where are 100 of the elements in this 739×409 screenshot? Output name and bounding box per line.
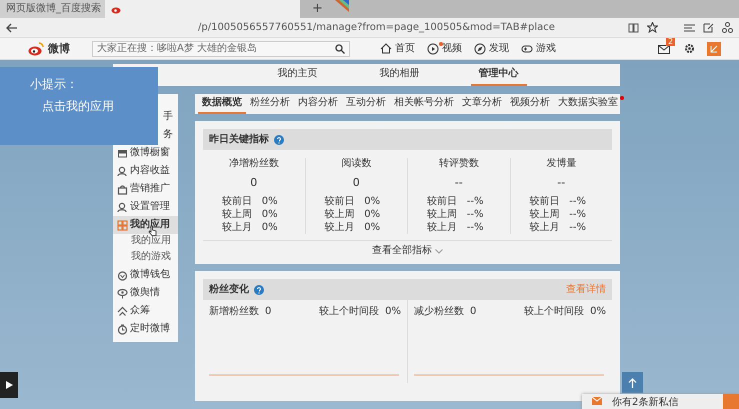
analysis-tab[interactable]: 粉丝分析: [246, 94, 294, 114]
person-icon: [117, 202, 128, 212]
metric-value: --: [557, 176, 566, 190]
menu-icon[interactable]: [684, 22, 695, 32]
comparison-value: --%: [569, 221, 587, 234]
nav-link[interactable]: 发现: [474, 42, 509, 54]
analysis-tab[interactable]: 互动分析: [342, 94, 390, 114]
view-all-link[interactable]: 查看全部指标: [372, 245, 432, 258]
analysis-tab[interactable]: 大数据实验室: [554, 94, 622, 114]
note-icon[interactable]: [703, 22, 714, 33]
eye-icon: [117, 288, 128, 298]
scroll-top-button[interactable]: [622, 372, 643, 393]
page-tab[interactable]: 管理中心: [470, 64, 526, 86]
nav-link[interactable]: 视频: [427, 42, 462, 54]
comparison-label: 较上个时间段: [319, 306, 380, 318]
comparison-value: --%: [569, 195, 587, 208]
comparison-value: --%: [466, 208, 484, 222]
sidebar-item[interactable]: 营销推广: [113, 180, 178, 198]
corner-icon: [334, 0, 349, 12]
play-circle-icon: [427, 42, 439, 54]
sidebar-item[interactable]: 众筹: [113, 302, 178, 320]
message-popup[interactable]: 你有2条新私信: [582, 394, 739, 409]
card-title: 昨日关键指标: [209, 134, 269, 146]
play-button[interactable]: [0, 372, 18, 398]
metric-value: 0: [352, 176, 360, 190]
arrow-up-icon: [628, 378, 637, 388]
stopwatch-icon: [117, 324, 128, 334]
page-tab[interactable]: 我的相册: [348, 64, 450, 86]
comparison-value: --%: [466, 221, 484, 234]
person-icon: [117, 166, 128, 176]
comparison-value: 0%: [590, 306, 606, 318]
nav-link[interactable]: 游戏: [521, 42, 556, 54]
sidebar-item[interactable]: 微博橱窗: [113, 144, 178, 162]
weibo-icon: [111, 4, 121, 14]
comparison-value: 0%: [262, 221, 279, 234]
analysis-tab[interactable]: 相关帐号分析: [390, 94, 458, 114]
comparison-label: 较前日: [324, 195, 354, 208]
settings-icon[interactable]: [684, 43, 695, 54]
stat-value: 0: [470, 306, 476, 318]
nav-link[interactable]: 首页: [380, 42, 415, 54]
tip-title: 小提示：: [30, 77, 79, 92]
metric-label: 发博量: [546, 158, 576, 170]
search-field[interactable]: 大家正在搜：哆啦A梦 大雄的金银岛: [92, 40, 350, 56]
metric-value: --: [454, 176, 463, 190]
shop-icon: [117, 148, 128, 158]
compass-icon: [474, 42, 486, 54]
sidebar-item[interactable]: 我的应用: [113, 216, 178, 234]
comparison-label: 较前日: [222, 195, 252, 208]
sidebar-item[interactable]: 务: [162, 126, 174, 144]
play-icon: [6, 381, 12, 389]
sidebar-item[interactable]: 微舆情: [113, 284, 178, 302]
search-icon: [335, 44, 345, 54]
stat-label: 减少粉丝数: [414, 306, 464, 318]
mail-icon[interactable]: [658, 44, 670, 54]
stat-value: 0: [265, 306, 272, 318]
new-tab-button[interactable]: +: [300, 0, 335, 18]
comparison-label: 较上个时间段: [524, 306, 584, 318]
help-icon[interactable]: [274, 134, 284, 144]
reading-icon[interactable]: [628, 22, 639, 32]
stat-label: 新增粉丝数: [209, 306, 259, 318]
comparison-value: 0%: [385, 306, 401, 318]
card-title: 粉丝变化: [209, 284, 249, 296]
chevrons-icon: [117, 306, 128, 316]
comparison-label: 较上周: [324, 208, 354, 222]
analysis-tab[interactable]: 视频分析: [506, 94, 554, 114]
analysis-tab[interactable]: 内容分析: [294, 94, 342, 114]
analysis-tab[interactable]: 数据概览: [198, 94, 246, 114]
analysis-tab[interactable]: 文章分析: [458, 94, 506, 114]
sidebar-subitem[interactable]: 我的游戏: [113, 250, 178, 266]
comparison-label: 较前日: [426, 195, 457, 208]
comparison-value: --%: [569, 208, 587, 222]
grid-icon: [117, 220, 128, 230]
star-icon[interactable]: [647, 22, 658, 33]
weibo-logo-icon: [28, 42, 44, 56]
comparison-value: --%: [466, 195, 484, 208]
comparison-value: 0%: [364, 221, 382, 234]
comparison-value: 0%: [262, 208, 279, 222]
page-tab[interactable]: 我的主页: [246, 64, 348, 86]
compose-button[interactable]: [707, 42, 721, 56]
message-text: 你有2条新私信: [612, 397, 678, 409]
browser-tab[interactable]: 网页版微博_百度搜索: [0, 0, 105, 18]
comparison-label: 较上月: [222, 221, 252, 234]
comparison-label: 较上月: [426, 221, 457, 234]
help-icon[interactable]: [254, 284, 264, 295]
metric-label: 转评赞数: [438, 158, 479, 170]
comparison-value: 0%: [262, 195, 279, 208]
comparison-label: 较前日: [529, 195, 560, 208]
comparison-value: 0%: [364, 208, 382, 222]
gamepad-icon: [521, 42, 533, 54]
sidebar-item[interactable]: 内容收益: [113, 162, 178, 180]
sidebar-item[interactable]: 微博钱包: [113, 266, 178, 284]
chevron-down-icon: [435, 248, 443, 254]
metric-label: 净增粉丝数: [228, 158, 279, 170]
sidebar-item[interactable]: 定时微博: [113, 320, 178, 338]
metric-label: 阅读数: [341, 158, 372, 170]
sidebar-item[interactable]: 手: [162, 108, 174, 126]
back-icon[interactable]: [6, 22, 18, 32]
comparison-label: 较上周: [426, 208, 457, 222]
share-icon[interactable]: [722, 22, 733, 33]
sidebar-item[interactable]: 设置管理: [113, 198, 178, 216]
